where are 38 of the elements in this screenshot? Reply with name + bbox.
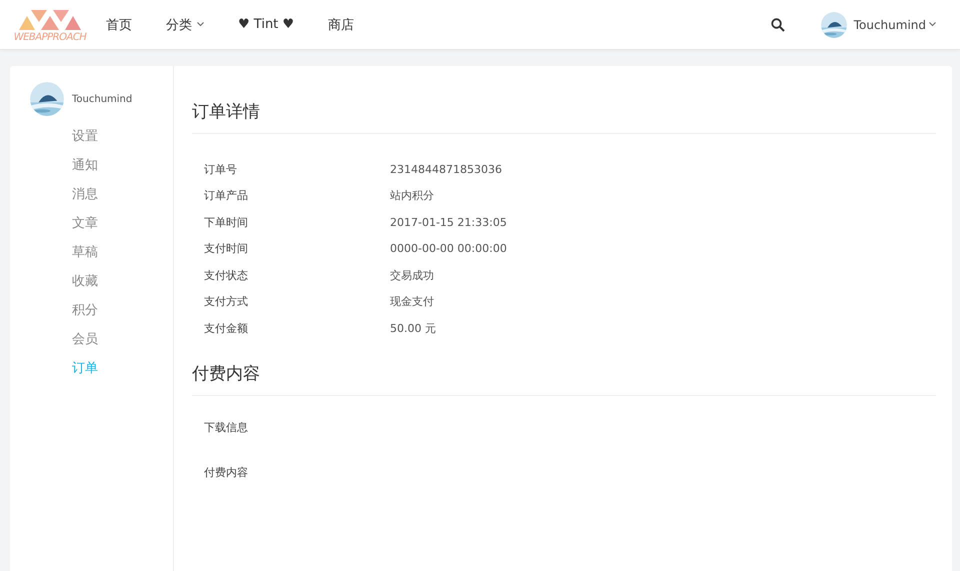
search-icon[interactable] [770,18,785,32]
field-label: 订单号 [204,162,238,177]
sidebar-item[interactable]: 消息 [72,180,173,209]
nav-link[interactable]: 商店 [328,16,354,34]
sidebar-item[interactable]: 通知 [72,151,173,180]
sidebar-item[interactable]: 文章 [72,209,173,238]
field-label: 下载信息 [204,420,249,434]
field-value: 0000-00-00 00:00:00 [390,242,507,256]
field-label: 支付方式 [204,294,249,310]
nav-link[interactable]: 首页 [106,16,132,34]
caret-icon [929,22,936,27]
field-label: 支付金额 [204,320,249,336]
field-label: 支付时间 [204,241,249,256]
field-label: 下单时间 [204,214,249,230]
section-title: 付费内容 [192,362,936,396]
user-menu[interactable]: Touchumind [854,18,936,32]
sidebar-item[interactable]: 设置 [72,122,173,151]
field-value: 2314844871853036 [390,162,502,176]
field-label: 支付状态 [204,268,249,283]
sidebar-item[interactable]: 草稿 [72,238,173,267]
sidebar-item[interactable]: 订单 [72,354,173,383]
section-title: 订单详情 [192,100,936,134]
field-label: 订单产品 [204,188,249,204]
field-value: 2017-01-15 21:33:05 [390,216,507,229]
nav-link[interactable]: ♥ Tint ♥ [238,16,294,34]
nav-link[interactable]: 分类 [166,16,204,34]
field-value: 交易成功 [390,268,434,283]
caret-icon [197,22,204,27]
field-value: 50.00 元 [390,320,436,336]
field-value: 现金支付 [390,294,434,310]
sidebar-item[interactable]: 积分 [72,296,173,325]
logo-icon [17,8,83,32]
username: Touchumind [72,94,132,104]
field-value: 站内积分 [390,188,434,204]
sidebar-item[interactable]: 收藏 [72,267,173,296]
field-label: 付费内容 [204,464,249,480]
logo-text: WEBAPPROACH [14,32,86,43]
sidebar-item[interactable]: 会员 [72,325,173,354]
